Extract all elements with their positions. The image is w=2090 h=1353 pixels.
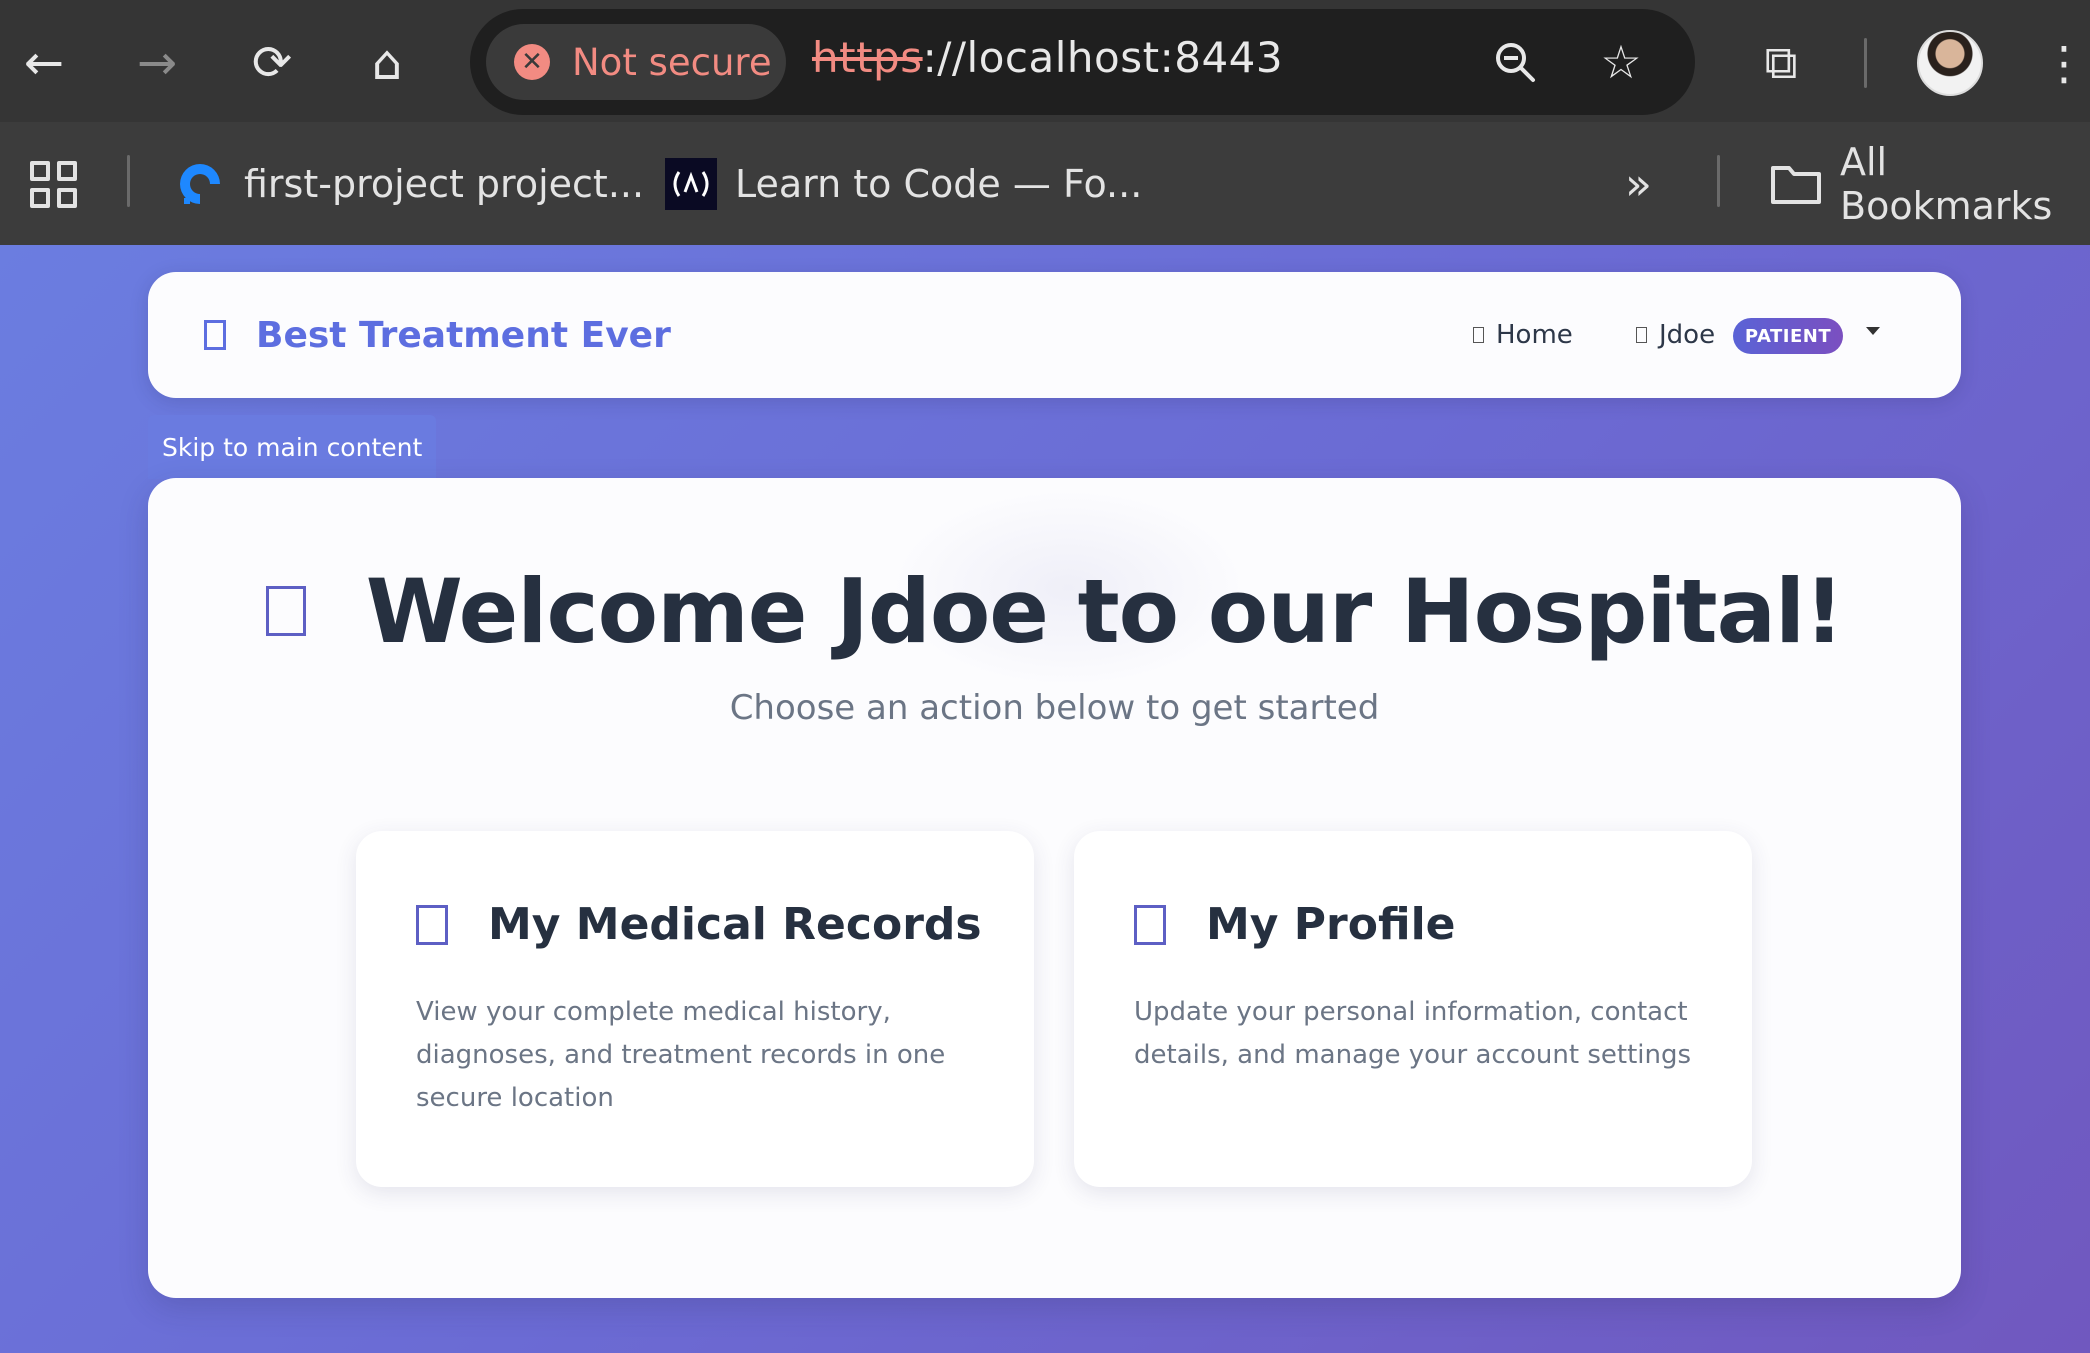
toolbar: ← → ⟳ ⌂ ✕ Not secure https://localhost:8… — [0, 0, 2090, 122]
bookmark-label: Learn to Code — Fo... — [735, 162, 1143, 206]
user-menu-toggle[interactable]: Jdoe — [1636, 272, 1715, 398]
dropdown-caret-icon[interactable] — [1866, 327, 1880, 335]
card-title-text: My Medical Records — [488, 899, 982, 950]
forward-arrow-icon: → — [136, 35, 178, 91]
nav-home-label: Home — [1496, 320, 1573, 350]
puzzle-icon: ⧉ — [1764, 35, 1798, 89]
browser-menu-button[interactable]: ⋮ — [2024, 23, 2090, 103]
home-icon: ⌂ — [371, 35, 403, 91]
url-host: ://localhost:8443 — [922, 33, 1284, 82]
all-bookmarks-label: All Bookmarks — [1840, 140, 2053, 228]
user-icon — [1636, 327, 1647, 343]
home-icon — [1473, 327, 1484, 343]
forward-button[interactable]: → — [117, 23, 197, 103]
bookmarks-overflow-button[interactable]: » — [1625, 144, 1652, 224]
back-button[interactable]: ← — [4, 23, 84, 103]
extensions-button[interactable]: ⧉ — [1741, 23, 1821, 103]
browser-chrome: ← → ⟳ ⌂ ✕ Not secure https://localhost:8… — [0, 0, 2090, 245]
kebab-menu-icon: ⋮ — [2041, 36, 2087, 90]
reload-button[interactable]: ⟳ — [232, 23, 312, 103]
user-name-label: Jdoe — [1659, 320, 1716, 350]
back-arrow-icon: ← — [23, 35, 65, 91]
zoom-icon[interactable] — [1482, 29, 1548, 95]
main-content: Welcome Jdoe to our Hospital! Choose an … — [148, 478, 1961, 1298]
card-heading: My Medical Records — [416, 899, 982, 950]
url-scheme: https — [812, 33, 923, 82]
digitalocean-icon — [174, 158, 226, 210]
card-description: View your complete medical history, diag… — [416, 997, 946, 1113]
welcome-heading: Welcome Jdoe to our Hospital! — [365, 559, 1845, 663]
card-heading: My Profile — [1134, 899, 1456, 950]
user-profile-icon — [1134, 904, 1166, 945]
role-badge: PATIENT — [1733, 318, 1843, 354]
bookmark-label: first-project project... — [244, 162, 645, 206]
reload-icon: ⟳ — [251, 35, 293, 91]
welcome-subtitle: Choose an action below to get started — [729, 688, 1380, 728]
bookmark-star-button[interactable]: ☆ — [1588, 29, 1654, 95]
apps-grid-icon — [30, 160, 77, 208]
bookmark-first-project[interactable]: first-project project... — [174, 144, 644, 224]
hospital-icon — [204, 320, 226, 350]
file-medical-icon — [416, 904, 448, 945]
bookmark-learn-to-code[interactable]: Learn to Code — Fo... — [665, 144, 1142, 224]
not-secure-icon: ✕ — [514, 44, 550, 80]
toolbar-divider — [1864, 38, 1867, 88]
brand-link[interactable]: Best Treatment Ever — [204, 272, 671, 398]
page-title: Welcome Jdoe to our Hospital! — [148, 556, 1961, 666]
card-title-text: My Profile — [1206, 899, 1456, 950]
card-description: Update your personal information, contac… — [1134, 997, 1692, 1070]
apps-button[interactable] — [30, 144, 77, 224]
folder-icon — [1770, 158, 1822, 210]
my-profile-card[interactable]: My Profile Update your personal informat… — [1074, 831, 1752, 1187]
address-bar[interactable]: ✕ Not secure https://localhost:8443 ☆ — [470, 9, 1695, 115]
freecodecamp-icon — [665, 158, 717, 210]
home-button[interactable]: ⌂ — [347, 23, 427, 103]
all-bookmarks-button[interactable]: All Bookmarks — [1770, 140, 2090, 228]
not-secure-label: Not secure — [572, 40, 772, 84]
bookmarks-divider — [1717, 155, 1720, 207]
url-text[interactable]: https://localhost:8443 — [812, 33, 1283, 82]
site-info-chip[interactable]: ✕ Not secure — [486, 24, 786, 100]
hospital-icon — [265, 586, 306, 636]
brand-name: Best Treatment Ever — [256, 314, 671, 356]
star-icon: ☆ — [1600, 35, 1642, 89]
bookmarks-bar: first-project project... Learn to Code —… — [0, 122, 2090, 245]
medical-records-card[interactable]: My Medical Records View your complete me… — [356, 831, 1034, 1187]
double-chevron-right-icon: » — [1625, 158, 1652, 210]
profile-avatar[interactable] — [1917, 30, 1983, 96]
app-navbar: Best Treatment Ever Home Jdoe PATIENT — [148, 272, 1961, 398]
magnifier-minus-icon — [1496, 43, 1535, 82]
page-viewport: Best Treatment Ever Home Jdoe PATIENT Sk… — [0, 245, 2090, 1353]
skip-to-content-link[interactable]: Skip to main content — [148, 415, 437, 479]
nav-home-link[interactable]: Home — [1473, 272, 1573, 398]
bookmarks-divider — [127, 155, 130, 207]
